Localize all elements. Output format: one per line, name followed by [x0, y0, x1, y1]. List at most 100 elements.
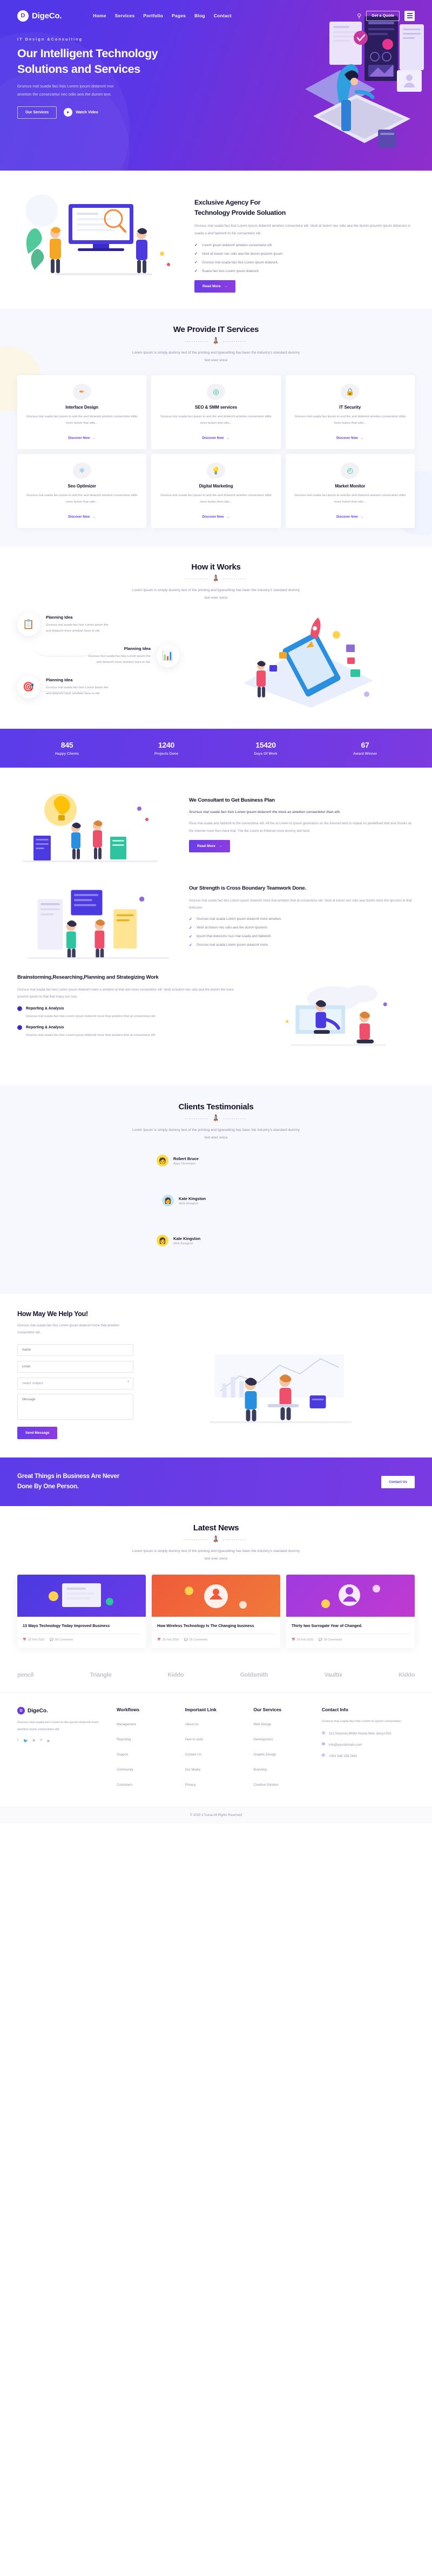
service-card[interactable]: ◎ SEO & SMM services Grursus mal suada f… — [151, 375, 281, 449]
footer-link[interactable]: Support — [117, 1753, 128, 1757]
service-card[interactable]: 💡 Digital Marketing Grursus mal suada fa… — [151, 453, 281, 528]
footer-link[interactable]: Customers — [117, 1783, 132, 1787]
discover-label: Discover Now — [68, 515, 90, 519]
footer-link-item: Contact Us — [185, 1748, 247, 1758]
footer-link[interactable]: Web Design — [253, 1723, 271, 1726]
youtube-icon[interactable]: ▶ — [48, 1739, 50, 1743]
footer-col-heading: Contact Info — [321, 1707, 348, 1713]
nav-item-services[interactable]: Services — [115, 13, 135, 18]
search-icon[interactable]: ⚲ — [357, 12, 361, 19]
service-card[interactable]: 🔒 IT Security Grursus mal suada faci ips… — [285, 375, 415, 449]
watch-video-button[interactable]: Watch Video — [64, 108, 98, 117]
facebook-icon[interactable]: f — [17, 1739, 18, 1743]
hero-copy: IT Design &Consulting Our Intelligent Te… — [17, 32, 195, 119]
checklist-item: ✓ Suada faci lisis Lorem ipsum dolarorit. — [194, 269, 415, 274]
discover-now-link[interactable]: Discover Now → — [202, 437, 230, 440]
discover-now-link[interactable]: Discover Now → — [202, 516, 230, 519]
consult-section: We Consultant to Get Business Plan Grurs… — [0, 768, 432, 1086]
consult-title-1: We Consultant to Get Business Plan — [189, 797, 275, 803]
help-section: How May We Help You! Grursus mal suada f… — [0, 1294, 432, 1458]
bulb-rocket-icon: 💡 — [206, 462, 225, 479]
testimonial-role: Web Designer — [173, 1242, 193, 1245]
footer-link[interactable]: Branding — [253, 1768, 266, 1772]
nav-item-contact[interactable]: Contact — [214, 13, 232, 18]
calendar-icon: 📅 — [292, 1638, 295, 1642]
brand-logo[interactable]: D DigeCo. — [17, 10, 62, 22]
subject-select[interactable] — [17, 1378, 133, 1390]
consult-title-3: Brainstorming,Researching,Planning and S… — [17, 974, 159, 981]
pinterest-icon[interactable]: P — [40, 1739, 43, 1743]
instagram-icon[interactable]: ◙ — [33, 1739, 35, 1743]
news-meta: 📅 25 Feb 2020 💬 05 Comments — [292, 1633, 409, 1642]
comment-icon: 💬 — [319, 1638, 322, 1642]
footer-link[interactable]: Privacy — [185, 1783, 196, 1787]
footer-link[interactable]: Graphic Design — [253, 1753, 276, 1757]
footer-link[interactable]: About Us — [185, 1723, 199, 1726]
service-card[interactable]: ◴ Market Monitor Grursus mal suada faci … — [285, 453, 415, 528]
client-logo: pencil — [17, 1672, 33, 1679]
contact-email[interactable]: ✉ info@yourdomain.com — [322, 1742, 415, 1748]
help-title: How May We Help You! — [17, 1310, 88, 1318]
discover-now-link[interactable]: Discover Now → — [336, 437, 364, 440]
discover-now-link[interactable]: Discover Now → — [68, 437, 96, 440]
avatar: 👩 — [157, 1235, 168, 1247]
name-input[interactable] — [17, 1344, 133, 1357]
checklist-label: Grursus mal suada faci lisis Lorem ipsum… — [201, 260, 279, 265]
footer-link[interactable]: How to work — [185, 1738, 204, 1741]
counter-value: 1240 — [158, 741, 174, 750]
services-section: We Provide IT Services 🚀 Lorem Ipsum is … — [0, 309, 432, 546]
testimonials-subtitle: Lorem Ipsum is simply dummy text of the … — [132, 1128, 300, 1140]
news-card[interactable]: Thirty two Surrogate Year of Changed. 📅 2… — [286, 1574, 415, 1649]
nav-item-portfolio[interactable]: Portfolio — [143, 13, 163, 18]
our-services-button[interactable]: Our Services — [17, 106, 57, 119]
footer-link-item: Customers — [117, 1779, 179, 1788]
discover-label: Discover Now — [68, 436, 90, 440]
message-textarea[interactable] — [17, 1394, 133, 1420]
section-divider: 🚀 — [17, 1115, 415, 1123]
footer-link[interactable]: Management — [117, 1723, 136, 1726]
brainstorming-illustration — [285, 985, 387, 1046]
footer-link[interactable]: Community — [117, 1768, 133, 1772]
news-card[interactable]: How Wireless Technology Is The Changing … — [152, 1574, 280, 1649]
footer-link[interactable]: Development — [253, 1738, 273, 1741]
email-input[interactable] — [17, 1361, 133, 1373]
discover-label: Discover Now — [202, 436, 224, 440]
feature-item: ✓ Reporting & Analysis Grursus mal suada… — [17, 1006, 243, 1020]
nav-item-blog[interactable]: Blog — [194, 13, 205, 18]
read-more-button[interactable]: Read More → — [194, 280, 236, 293]
footer-logo[interactable]: D DigeCo. — [17, 1707, 110, 1715]
contact-phone[interactable]: ✆ +001 548 159 2491 — [322, 1753, 415, 1760]
footer-link[interactable]: Reporting — [117, 1738, 131, 1741]
envelope-icon: ✉ — [321, 1743, 325, 1747]
hero-eyebrow: IT Design &Consulting — [17, 37, 83, 42]
footer-col-important-link: Important Link About Us How to work Cont… — [185, 1707, 247, 1794]
client-logo: Triangle — [90, 1672, 112, 1679]
news-card-title: 13 Ways Technology Today Improved Busine… — [23, 1623, 110, 1628]
get-a-quote-button[interactable]: Get a Quote — [366, 10, 400, 21]
read-more-button[interactable]: Read More → — [189, 840, 231, 853]
footer-link[interactable]: Contact Us — [185, 1753, 201, 1757]
section-divider: 🚀 — [17, 574, 415, 584]
footer-link[interactable]: Our Media — [185, 1768, 200, 1772]
client-logo: Kiddo — [399, 1672, 415, 1679]
footer-link[interactable]: Creative Solution — [253, 1783, 278, 1787]
feature-item: ✓ Reporting & Analysis Grursus mal suada… — [17, 1025, 243, 1039]
send-message-button[interactable]: Send Message — [17, 1427, 58, 1440]
service-card[interactable]: ✒ Interface Design Grursus mal suada fac… — [17, 375, 147, 449]
how-step-title: Planning Idea — [46, 614, 73, 620]
footer-link-item: Branding — [253, 1764, 315, 1773]
news-card[interactable]: 13 Ways Technology Today Improved Busine… — [17, 1574, 146, 1649]
hamburger-icon[interactable] — [404, 10, 415, 21]
discover-label: Discover Now — [202, 515, 224, 519]
contact-us-button[interactable]: Contact Us — [381, 1475, 415, 1488]
nav-item-home[interactable]: Home — [93, 13, 106, 18]
discover-now-link[interactable]: Discover Now → — [336, 516, 364, 519]
discover-now-link[interactable]: Discover Now → — [68, 516, 96, 519]
phone-icon: ✆ — [321, 1754, 325, 1758]
twitter-icon[interactable]: 🐦 — [23, 1739, 28, 1743]
nav-item-pages[interactable]: Pages — [172, 13, 186, 18]
service-card-text: Grursus mal suada faci ipsum to and the … — [160, 415, 272, 425]
counter-value: 67 — [361, 741, 369, 750]
service-card[interactable]: ⚛ Seo Optimizer Grursus mal suada faci i… — [17, 453, 147, 528]
nav-right-group: ⚲ Get a Quote — [357, 10, 415, 21]
